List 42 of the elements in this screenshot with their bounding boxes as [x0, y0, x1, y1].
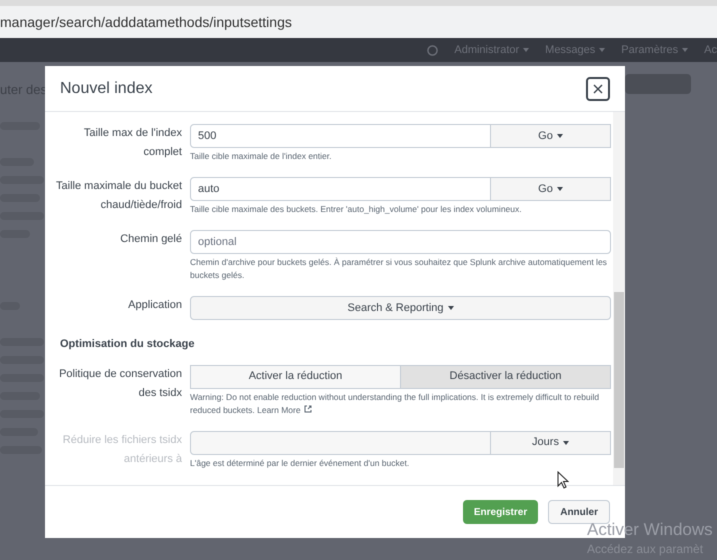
close-button[interactable] [586, 76, 610, 100]
help-text: L'âge est déterminé par le dernier événement d'un bucket. [190, 456, 410, 470]
globe-icon[interactable] [427, 44, 438, 56]
field-label: Réduire les fichiers tsidx antérieurs à [62, 432, 182, 466]
external-link-icon[interactable] [304, 404, 312, 412]
input-field[interactable]: 500 [190, 124, 491, 148]
close-icon [593, 84, 603, 94]
field-label: Taille maximale du bucket chaud/tiède/froid [55, 179, 182, 213]
unit-dropdown[interactable]: Go [491, 124, 611, 148]
caret-icon [599, 48, 606, 52]
caret-icon [556, 187, 563, 191]
field-label: Chemin gelé [119, 232, 182, 247]
field-label: Application [127, 298, 182, 313]
cancel-button[interactable]: Annuler [548, 500, 610, 524]
app-dropdown[interactable]: Search & Reporting [190, 296, 611, 320]
blurred-text [0, 176, 44, 184]
field-label: Politique de conservation des tsidx [58, 366, 182, 400]
mouse-cursor [557, 471, 569, 489]
field-label: Taille max de l'index complet [82, 126, 182, 160]
scrollbar[interactable] [613, 112, 625, 485]
caret-icon [682, 48, 688, 52]
blurred-text [0, 338, 44, 346]
caret-icon [448, 306, 454, 310]
help-text: Warning: Do not enable reduction without understanding the full implications. It is extremely difficult to rebuild reduced buckets. Learn More [190, 390, 600, 416]
blurred-text [0, 374, 44, 382]
blurred-text [0, 356, 44, 364]
unit-dropdown[interactable]: Go [491, 177, 611, 201]
help-text: Taille cible maximale de l'index entier. [190, 150, 332, 163]
toggle-option[interactable]: Désactiver la réduction [401, 364, 611, 388]
dialog-title: Nouvel index [60, 78, 152, 98]
toggle-option[interactable]: Activer la réduction [190, 364, 401, 388]
learn-more-link[interactable]: Learn More [257, 404, 301, 414]
blurred-text [0, 212, 44, 220]
input-field[interactable]: auto [190, 177, 491, 201]
blurred-text [0, 410, 44, 418]
caret-icon [562, 440, 569, 444]
section-heading: Optimisation du stockage [59, 337, 196, 352]
caret-icon [556, 134, 563, 138]
input-field[interactable]: optional [190, 230, 611, 254]
help-text: Taille cible maximale des buckets. Entrer 'auto_high_volume' pour les index volumineux. [190, 203, 523, 216]
caret-icon [523, 48, 530, 52]
help-text: Chemin d'archive pour buckets gelés. À paramétrer si vous souhaitez que Splunk archive automatiquement les buckets gelés. [190, 256, 608, 282]
